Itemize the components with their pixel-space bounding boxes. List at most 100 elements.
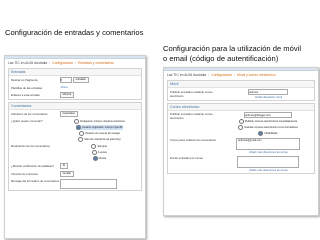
comment-form-message-textarea[interactable]: [59, 179, 118, 189]
moderation-row: Moderación de los comentarios Siempre A …: [9, 143, 141, 162]
email-posts-label: Enviar entradas por correo: [170, 156, 204, 160]
comment-location-select[interactable]: Insertados: [59, 111, 78, 117]
who-option-google[interactable]: Usuario con cuenta de Google: [78, 131, 120, 136]
posts-per-page-value: 5: [60, 78, 63, 82]
who-option-label: Sólo los miembros de este blog: [84, 138, 121, 141]
backlinks-select[interactable]: Ocultar: [59, 171, 74, 177]
breadcrumb-separator: ›: [49, 61, 51, 65]
post-links-select[interactable]: Mostrar: [59, 92, 75, 98]
breadcrumb: Las TIC en AL06 Australia › Configuració…: [164, 71, 318, 78]
breadcrumb-site[interactable]: Las TIC en AL06 Australia: [8, 61, 47, 65]
moderation-option-sometimes[interactable]: A veces: [91, 150, 107, 155]
radio-icon[interactable]: [91, 150, 97, 155]
who-option-label: Cualquiera: incluye Usuarios anónimos: [79, 120, 125, 123]
comment-notify-row: Correo para notificar los comentarios an…: [168, 137, 314, 155]
breadcrumb-separator: ›: [75, 61, 77, 65]
breadcrumb-separator: ›: [234, 73, 236, 77]
moderation-label: Moderación de los comentarios: [11, 144, 50, 148]
who-can-comment-label: ¿Quién puede comentar?: [11, 119, 43, 123]
comment-notify-label: Correo para notificar los comentarios: [170, 138, 216, 142]
comment-notify-textarea[interactable]: anfunes@gmail.com: [235, 138, 300, 150]
radio-selected-icon[interactable]: [92, 156, 98, 161]
posts-per-page-label: Mostrar en Página de: [11, 78, 38, 82]
comments-heading: Comentarios: [9, 103, 141, 110]
mobile-post-label: Publicar entradas mediante correo electr…: [170, 90, 213, 98]
comment-form-message-label: Mensaje del formulario de comentarios: [11, 179, 60, 183]
who-option-anyone[interactable]: Cualquiera: incluye Usuarios anónimos: [73, 119, 125, 124]
posts-per-page-row: Mostrar en Página de 5 entradas: [9, 76, 141, 84]
who-option-label: Usuario con cuenta de Google: [84, 132, 120, 135]
email-option-disabled[interactable]: Inhabilitado: [258, 131, 278, 136]
post-template-row: Plantillas de las entradas Ahora: [9, 84, 141, 91]
comment-location-label: Ubicación de los comentarios: [11, 112, 48, 116]
breadcrumb-settings[interactable]: Configuración: [211, 73, 232, 77]
email-post-address: anfunes@blogger.com: [244, 114, 271, 117]
radio-icon[interactable]: [91, 144, 97, 149]
email-option-label: Inhabilitado: [264, 132, 278, 135]
right-title-line-2: o email (código de autentificación): [163, 54, 279, 63]
email-option-label: Publicar correos electrónicos inmediatam…: [244, 120, 298, 123]
comment-notify-value: anfunes@gmail.com: [237, 139, 262, 142]
entries-heading: Entradas: [9, 69, 141, 76]
mobile-heading: Móvil: [168, 81, 314, 88]
email-heading: Correo electrónico: [168, 104, 314, 111]
mobile-email-input[interactable]: anfunes: [247, 89, 288, 95]
post-template-link[interactable]: Ahora: [61, 86, 68, 89]
post-links-label: Enlaces a esta entrada: [11, 93, 40, 97]
email-option-publish[interactable]: Publicar correos electrónicos inmediatam…: [238, 119, 298, 124]
breadcrumb-site[interactable]: Las TIC en AL06 Australia: [167, 73, 206, 77]
email-post-address-input[interactable]: anfunes@blogger.com: [243, 112, 292, 118]
radio-icon[interactable]: [78, 131, 84, 136]
who-option-registered[interactable]: Usuario registrado: incluye OpenID: [76, 125, 123, 130]
breadcrumb-current: Móvil y correo electrónico: [237, 73, 276, 77]
radio-icon[interactable]: [238, 125, 244, 130]
word-verification-row: ¿Mostrar verificación de palabras? Sí: [9, 162, 141, 170]
moderation-option-label: Siempre: [97, 145, 108, 148]
email-option-label: Guardar correos electrónicos como borrad…: [244, 126, 298, 129]
comment-form-message-row: Mensaje del formulario de comentarios: [9, 178, 141, 190]
entries-section: Entradas Mostrar en Página de 5 entradas…: [8, 68, 142, 100]
post-links-row: Enlaces a esta entrada Mostrar: [9, 91, 141, 99]
comment-location-row: Ubicación de los comentarios Insertados: [9, 110, 141, 118]
breadcrumb-current: Entradas y comentarios: [78, 61, 114, 65]
moderation-option-never[interactable]: Nunca: [92, 156, 107, 161]
word-verification-select[interactable]: Sí: [59, 163, 69, 169]
backlinks-row: Vínculos de retroceso Ocultar: [9, 170, 141, 178]
email-section: Correo electrónico Publicar entradas med…: [167, 103, 315, 174]
mobile-section: Móvil Publicar entradas mediante correo …: [167, 80, 315, 101]
who-can-comment-row: ¿Quién puede comentar? Cualquiera: inclu…: [9, 118, 141, 143]
right-slide-title: Configuración para la utilización de móv…: [163, 44, 319, 64]
add-notify-address-link[interactable]: Añadir más direcciones de correo: [249, 151, 288, 154]
right-title-line-1: Configuración para la utilización de móv…: [163, 44, 302, 53]
mobile-email-settings-screenshot: Las TIC en AL06 Australia › Configuració…: [163, 67, 319, 216]
email-option-draft[interactable]: Guardar correos electrónicos como borrad…: [238, 125, 298, 130]
add-mobile-device-link[interactable]: Añadir dispositivo móvil: [255, 96, 282, 99]
backlinks-label: Vínculos de retroceso: [11, 172, 39, 176]
moderation-option-always[interactable]: Siempre: [91, 144, 107, 149]
email-posts-textarea[interactable]: [236, 156, 299, 168]
radio-selected-icon[interactable]: [258, 131, 264, 136]
moderation-option-label: Nunca: [98, 157, 107, 160]
email-posts-row: Enviar entradas por correo Añadir más di…: [168, 155, 314, 173]
radio-icon[interactable]: [78, 137, 84, 142]
mobile-email-value: anfunes: [248, 91, 259, 94]
who-option-members[interactable]: Sólo los miembros de este blog: [78, 137, 120, 142]
post-template-label: Plantillas de las entradas: [11, 85, 43, 90]
comments-section: Comentarios Ubicación de los comentarios…: [8, 102, 142, 191]
posts-per-page-input[interactable]: 5: [59, 77, 72, 83]
breadcrumb-separator: ›: [208, 73, 210, 77]
email-post-label: Publicar entradas mediante correo electr…: [170, 112, 213, 120]
radio-icon[interactable]: [73, 119, 79, 124]
email-post-row: Publicar entradas mediante correo electr…: [168, 111, 314, 137]
radio-selected-icon[interactable]: [76, 125, 82, 130]
moderation-option-label: A veces: [97, 151, 107, 154]
add-email-posts-address-link[interactable]: Añadir más direcciones de correo: [249, 169, 288, 172]
breadcrumb: Las TIC en AL06 Australia › Configuració…: [5, 59, 145, 66]
who-option-label: Usuario registrado: incluye OpenID: [82, 126, 123, 129]
mobile-post-row: Publicar entradas mediante correo electr…: [168, 88, 314, 100]
radio-icon[interactable]: [238, 119, 244, 124]
slide-title: Configuración de entradas y comentarios: [5, 28, 144, 37]
posts-unit-select[interactable]: entradas: [72, 77, 89, 83]
breadcrumb-settings[interactable]: Configuración: [52, 61, 73, 65]
word-verification-label: ¿Mostrar verificación de palabras?: [11, 164, 54, 168]
